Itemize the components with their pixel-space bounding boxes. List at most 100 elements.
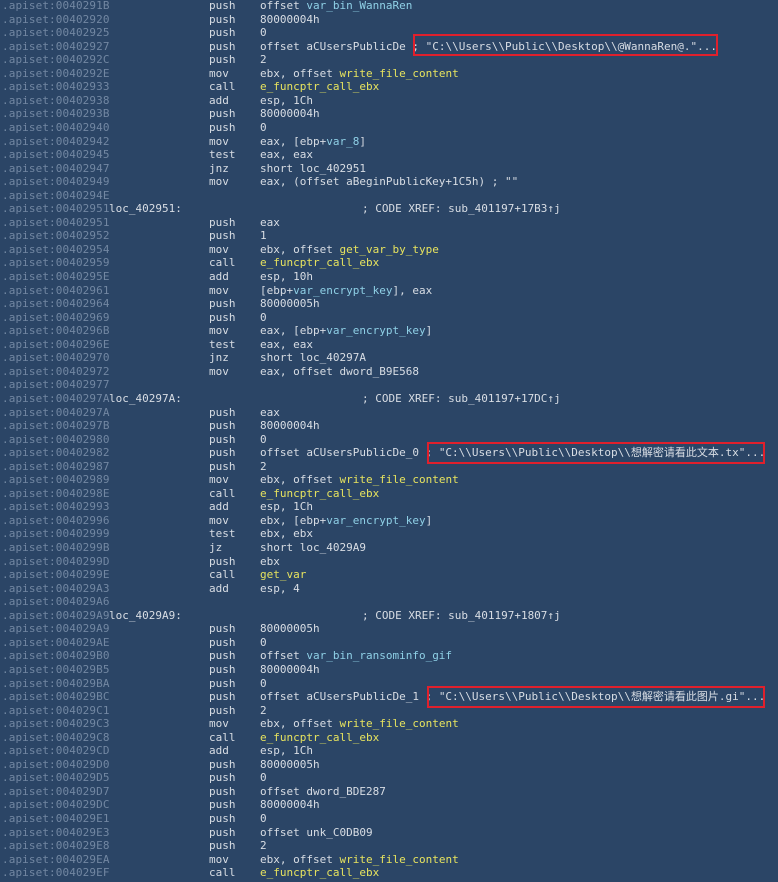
function-name[interactable]: get_var_by_type xyxy=(339,243,438,256)
code-line[interactable]: .apiset:00402959 call e_funcptr_call_ebx xyxy=(0,256,778,269)
instruction-operands[interactable]: e_funcptr_call_ebx xyxy=(260,487,379,500)
variable-name[interactable]: var_8 xyxy=(326,135,359,148)
instruction-mnemonic[interactable]: add xyxy=(209,94,229,107)
code-line[interactable]: .apiset:0040296B mov eax, [ebp+var_encrypt… xyxy=(0,324,778,337)
code-line[interactable]: .apiset:00402982 push offset aCUsersPublic… xyxy=(0,446,778,459)
code-line[interactable]: .apiset:00402940 push 0 xyxy=(0,121,778,134)
instruction-mnemonic[interactable]: add xyxy=(209,270,229,283)
instruction-mnemonic[interactable]: push xyxy=(209,826,236,839)
instruction-operands[interactable]: esp, 1Ch xyxy=(260,744,313,757)
instruction-mnemonic[interactable]: mov xyxy=(209,67,229,80)
code-line[interactable]: .apiset:004029C3 mov ebx, offset write_fil… xyxy=(0,717,778,730)
code-line[interactable]: .apiset:00402927 push offset aCUsersPublic… xyxy=(0,40,778,53)
instruction-operands[interactable]: 80000005h xyxy=(260,622,320,635)
instruction-mnemonic[interactable]: push xyxy=(209,812,236,825)
instruction-mnemonic[interactable]: push xyxy=(209,311,236,324)
instruction-operands[interactable]: ebx, offset write_file_content xyxy=(260,67,459,80)
instruction-mnemonic[interactable]: push xyxy=(209,419,236,432)
instruction-mnemonic[interactable]: push xyxy=(209,758,236,771)
instruction-mnemonic[interactable]: push xyxy=(209,555,236,568)
instruction-mnemonic[interactable]: push xyxy=(209,446,236,459)
code-line[interactable]: .apiset:00402961 mov [ebp+var_encrypt_key]… xyxy=(0,284,778,297)
instruction-operands[interactable]: esp, 10h xyxy=(260,270,313,283)
code-line[interactable]: .apiset:004029C8 call e_funcptr_call_ebx xyxy=(0,731,778,744)
instruction-mnemonic[interactable]: push xyxy=(209,53,236,66)
code-line[interactable]: .apiset:0040293B push 80000004h xyxy=(0,107,778,120)
instruction-mnemonic[interactable]: jnz xyxy=(209,351,229,364)
code-label-row[interactable]: .apiset:0040297A loc_40297A: ; CODE XREF: … xyxy=(0,392,778,405)
instruction-mnemonic[interactable]: call xyxy=(209,487,236,500)
function-name[interactable]: write_file_content xyxy=(339,853,458,866)
instruction-operands[interactable]: offset aCUsersPublicDe_1 ; "C:\\Users\\P… xyxy=(260,690,765,703)
variable-name[interactable]: var_bin_WannaRen xyxy=(306,0,412,12)
code-line[interactable]: .apiset:00402952 push 1 xyxy=(0,229,778,242)
instruction-mnemonic[interactable]: push xyxy=(209,406,236,419)
code-line[interactable]: .apiset:00402996 mov ebx, [ebp+var_encrypt… xyxy=(0,514,778,527)
code-line[interactable]: .apiset:004029C1 push 2 xyxy=(0,704,778,717)
instruction-mnemonic[interactable]: push xyxy=(209,839,236,852)
instruction-mnemonic[interactable]: call xyxy=(209,866,236,879)
instruction-operands[interactable]: short loc_4029A9 xyxy=(260,541,366,554)
instruction-operands[interactable]: ebx, [ebp+var_encrypt_key] xyxy=(260,514,432,527)
instruction-operands[interactable]: offset unk_C0DB09 xyxy=(260,826,373,839)
instruction-mnemonic[interactable]: call xyxy=(209,568,236,581)
instruction-mnemonic[interactable]: mov xyxy=(209,284,229,297)
instruction-mnemonic[interactable]: add xyxy=(209,500,229,513)
code-line[interactable]: .apiset:0040296E test eax, eax xyxy=(0,338,778,351)
instruction-mnemonic[interactable]: test xyxy=(209,527,236,540)
code-line[interactable]: .apiset:004029D5 push 0 xyxy=(0,771,778,784)
variable-name[interactable]: var_encrypt_key xyxy=(326,324,425,337)
code-line[interactable]: .apiset:004029EA mov ebx, offset write_fil… xyxy=(0,853,778,866)
instruction-mnemonic[interactable]: push xyxy=(209,0,236,12)
instruction-operands[interactable]: 2 xyxy=(260,704,267,717)
instruction-operands[interactable]: ebx, offset write_file_content xyxy=(260,473,459,486)
instruction-operands[interactable]: 0 xyxy=(260,771,267,784)
variable-name[interactable]: var_encrypt_key xyxy=(293,284,392,297)
instruction-mnemonic[interactable]: push xyxy=(209,771,236,784)
instruction-operands[interactable]: ebx, offset get_var_by_type xyxy=(260,243,439,256)
instruction-mnemonic[interactable]: push xyxy=(209,785,236,798)
instruction-mnemonic[interactable]: push xyxy=(209,13,236,26)
disassembly-listing[interactable]: .apiset:004029EF call e_funcptr_call_ebx .a… xyxy=(0,0,778,882)
instruction-operands[interactable]: offset dword_BDE287 xyxy=(260,785,386,798)
instruction-operands[interactable]: eax, (offset aBeginPublicKey+1C5h) ; "" xyxy=(260,175,518,188)
code-line[interactable]: .apiset:0040295E add esp, 10h xyxy=(0,270,778,283)
instruction-mnemonic[interactable]: push xyxy=(209,677,236,690)
instruction-operands[interactable]: eax, offset dword_B9E568 xyxy=(260,365,419,378)
instruction-operands[interactable]: ebx, offset write_file_content xyxy=(260,853,459,866)
instruction-operands[interactable]: 0 xyxy=(260,812,267,825)
instruction-operands[interactable]: e_funcptr_call_ebx xyxy=(260,256,379,269)
instruction-operands[interactable]: esp, 1Ch xyxy=(260,500,313,513)
instruction-mnemonic[interactable]: push xyxy=(209,690,236,703)
function-name[interactable]: write_file_content xyxy=(339,717,458,730)
instruction-operands[interactable]: 80000004h xyxy=(260,663,320,676)
code-line[interactable]: .apiset:0040297A push eax xyxy=(0,406,778,419)
instruction-mnemonic[interactable]: push xyxy=(209,229,236,242)
instruction-operands[interactable]: e_funcptr_call_ebx xyxy=(260,80,379,93)
instruction-mnemonic[interactable]: push xyxy=(209,704,236,717)
code-label[interactable]: loc_40297A: xyxy=(109,392,182,405)
code-line[interactable]: .apiset:00402947 jnz short loc_402951 xyxy=(0,162,778,175)
code-line[interactable]: .apiset:00402969 push 0 xyxy=(0,311,778,324)
instruction-mnemonic[interactable]: push xyxy=(209,460,236,473)
code-label-row[interactable]: .apiset:00402951 loc_402951: ; CODE XREF: … xyxy=(0,202,778,215)
instruction-mnemonic[interactable]: push xyxy=(209,663,236,676)
code-line[interactable]: .apiset:004029B5 push 80000004h xyxy=(0,663,778,676)
code-line[interactable]: .apiset:00402972 mov eax, offset dword_B9E… xyxy=(0,365,778,378)
code-line[interactable]: .apiset:00402980 push 0 xyxy=(0,433,778,446)
function-name[interactable]: e_funcptr_call_ebx xyxy=(260,80,379,93)
instruction-operands[interactable]: short loc_40297A xyxy=(260,351,366,364)
instruction-mnemonic[interactable]: push xyxy=(209,297,236,310)
code-line[interactable]: .apiset:00402933 call e_funcptr_call_ebx xyxy=(0,80,778,93)
code-line[interactable]: .apiset:00402938 add esp, 1Ch xyxy=(0,94,778,107)
code-line[interactable]: .apiset:004029B0 push offset var_bin_ranso… xyxy=(0,649,778,662)
instruction-mnemonic[interactable]: push xyxy=(209,636,236,649)
code-line[interactable]: .apiset:0040297B push 80000004h xyxy=(0,419,778,432)
instruction-operands[interactable]: eax xyxy=(260,406,280,419)
code-line[interactable]: .apiset:004029E1 push 0 xyxy=(0,812,778,825)
instruction-operands[interactable]: 0 xyxy=(260,677,267,690)
instruction-operands[interactable]: eax xyxy=(260,216,280,229)
code-line[interactable]: .apiset:0040292C push 2 xyxy=(0,53,778,66)
instruction-mnemonic[interactable]: push xyxy=(209,433,236,446)
instruction-mnemonic[interactable]: mov xyxy=(209,175,229,188)
